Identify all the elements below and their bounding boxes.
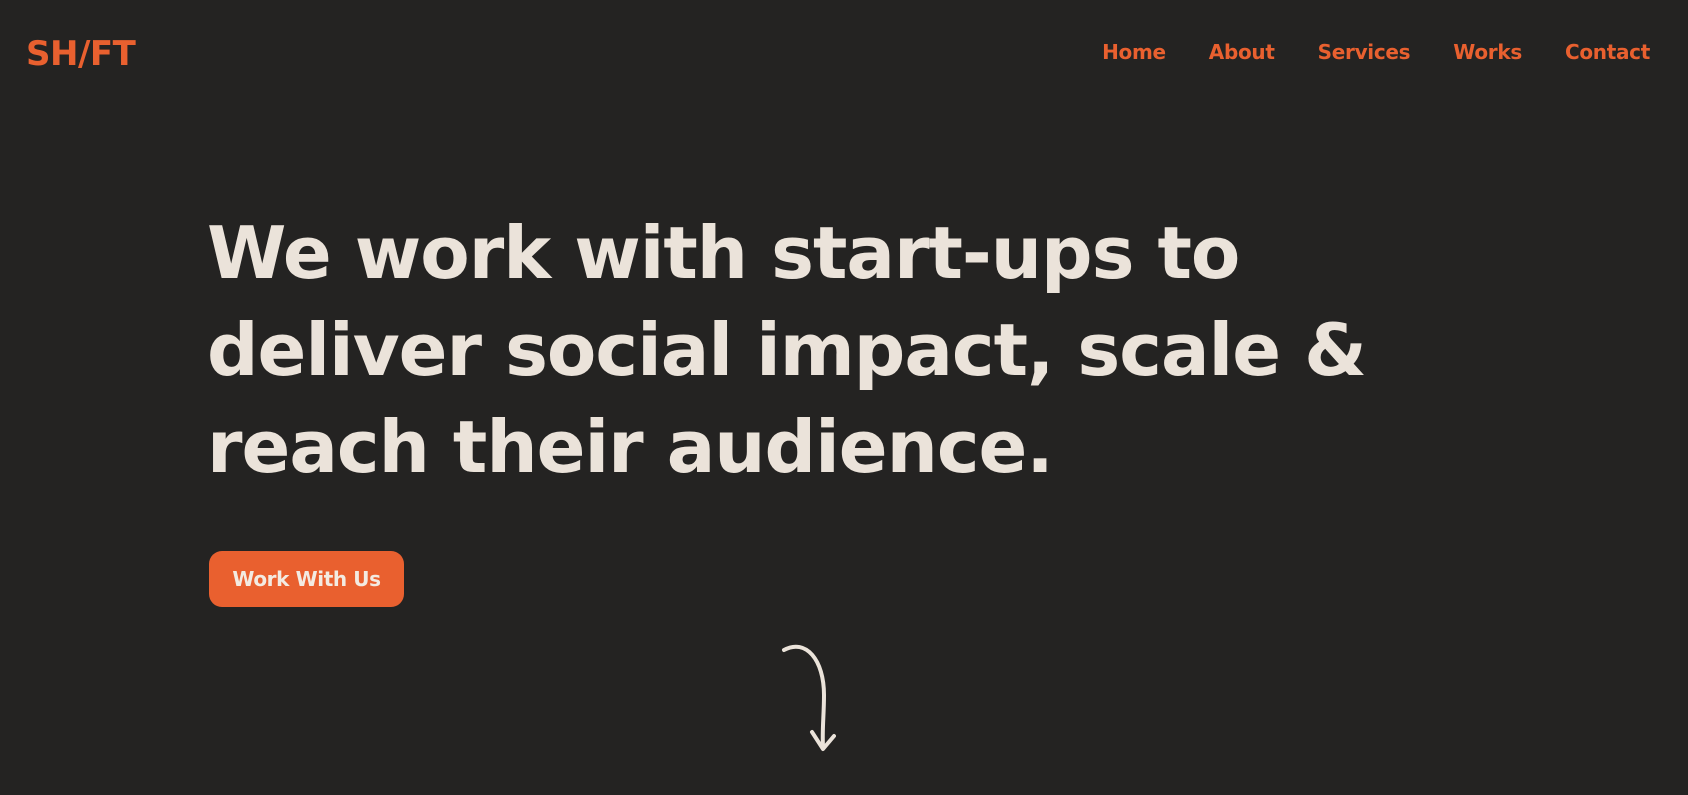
nav-link-home[interactable]: Home (1102, 38, 1166, 66)
page: SH/FT Home About Services Works Contact … (0, 0, 1688, 795)
nav-link-services[interactable]: Services (1318, 38, 1411, 66)
curved-arrow-down-icon (782, 644, 836, 751)
hero-heading: We work with start-ups to deliver social… (207, 211, 1367, 489)
nav-link-about[interactable]: About (1209, 38, 1275, 66)
logo[interactable]: SH/FT (26, 30, 136, 78)
work-with-us-button[interactable]: Work With Us (209, 551, 404, 607)
nav-link-works[interactable]: Works (1453, 38, 1522, 66)
nav-link-contact[interactable]: Contact (1565, 38, 1650, 66)
main-nav: Home About Services Works Contact (1059, 38, 1650, 66)
